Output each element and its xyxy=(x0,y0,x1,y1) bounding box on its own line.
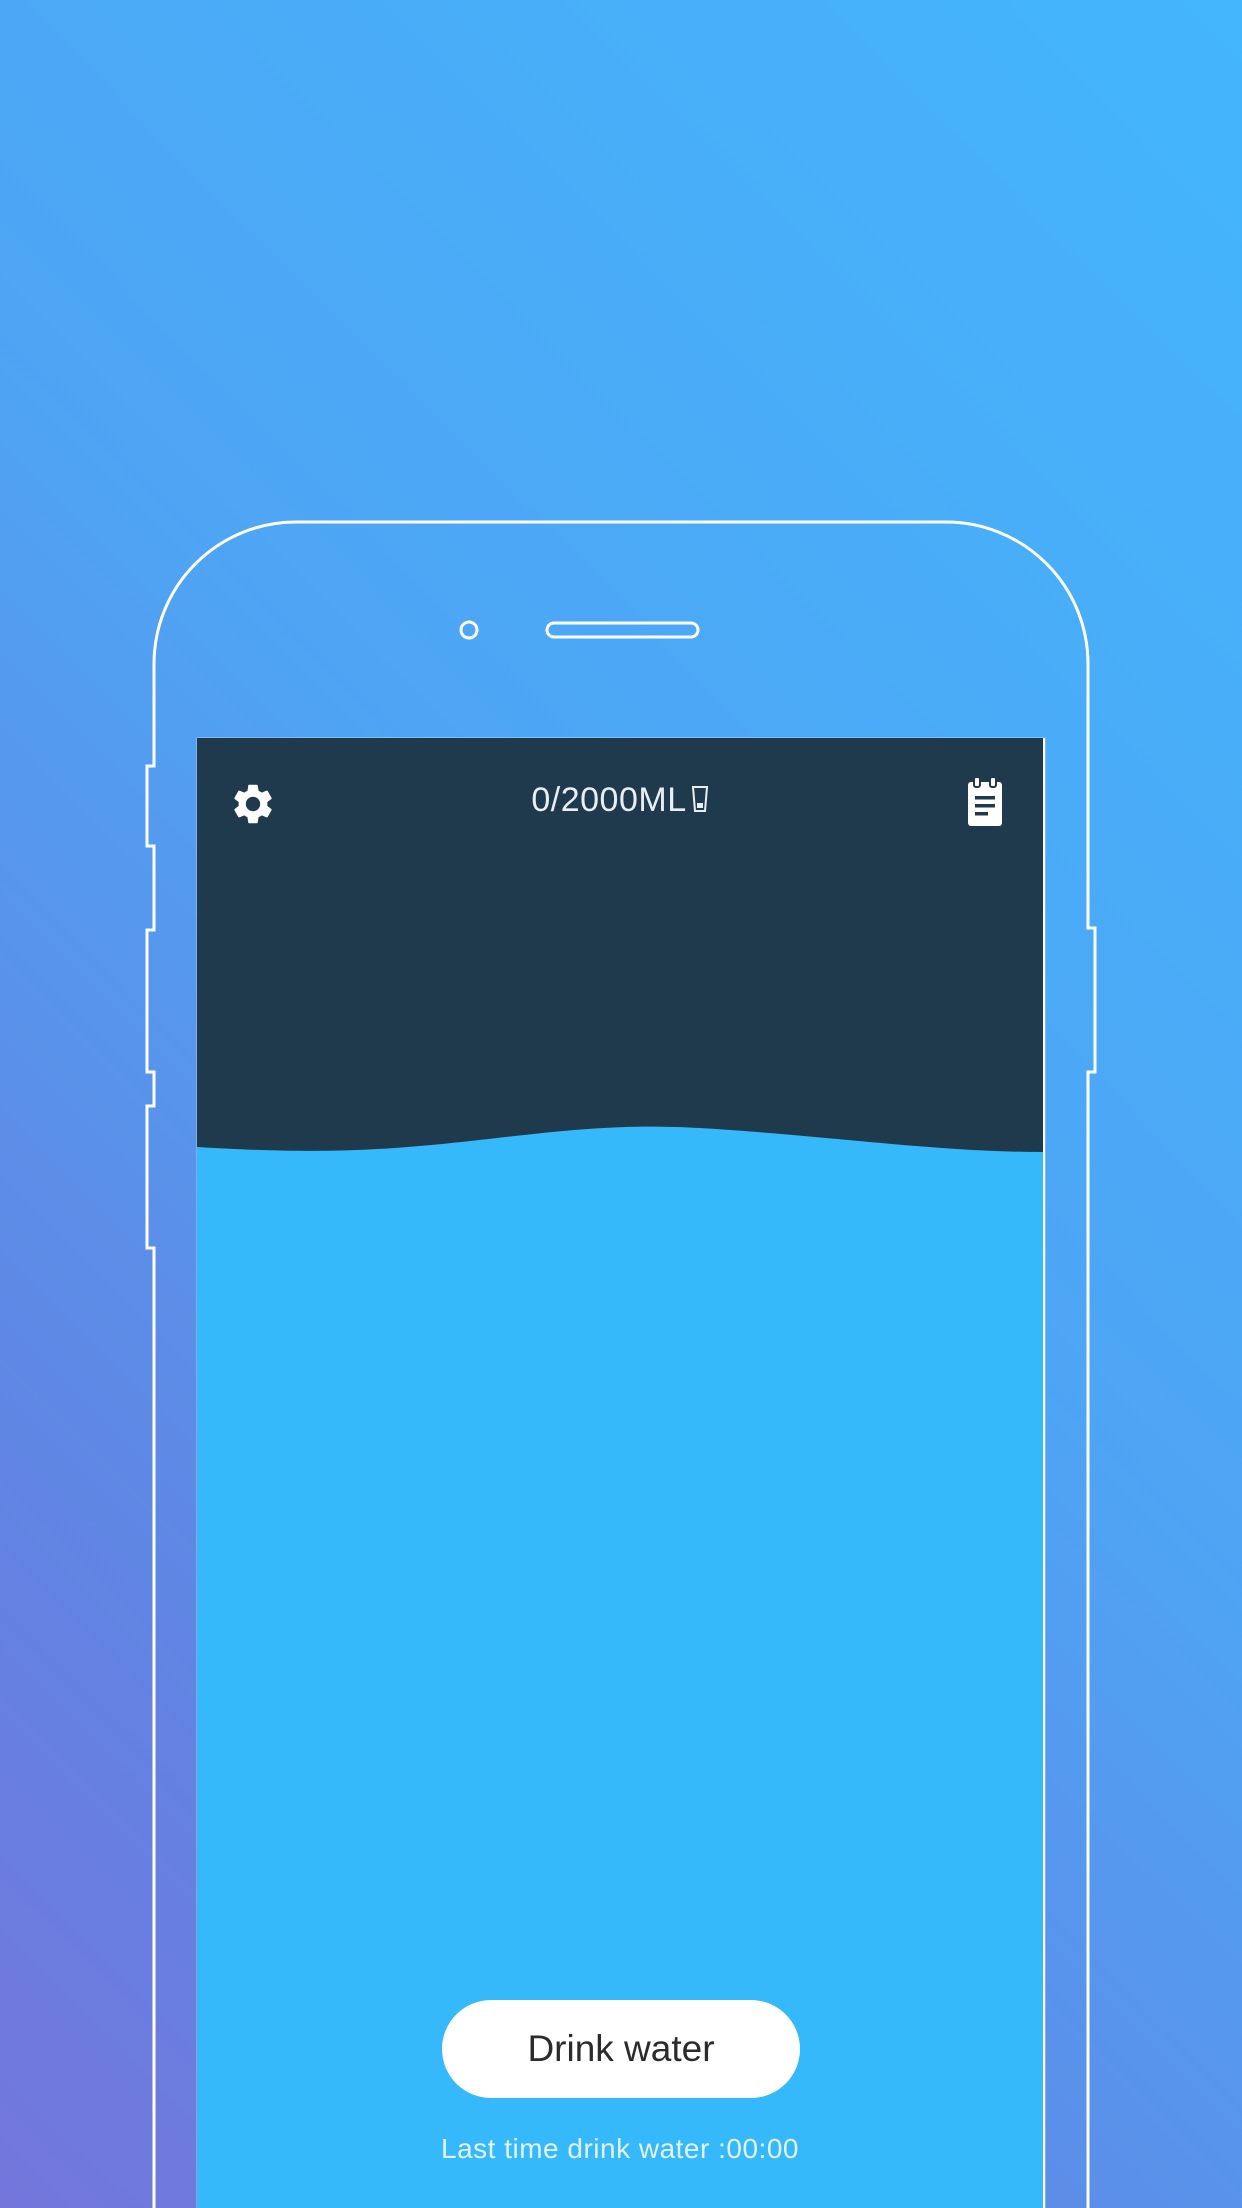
speaker-outline xyxy=(545,621,700,639)
last-drink-time: Last time drink water :00:00 xyxy=(441,2133,799,2164)
records-button[interactable] xyxy=(965,776,1005,828)
intake-display: 0/2000ML xyxy=(197,778,1043,822)
top-toolbar: 0/2000ML xyxy=(197,738,1043,858)
app-screen: 0/2000ML Drink water Last time drink wat… xyxy=(197,738,1043,2208)
camera-outline xyxy=(459,620,479,640)
water-level-wave xyxy=(197,1126,1043,2208)
clipboard-icon xyxy=(968,776,1002,826)
cup-icon xyxy=(691,786,708,813)
intake-text: 0/2000ML xyxy=(531,781,687,819)
drink-water-button[interactable]: Drink water xyxy=(442,2000,800,2098)
